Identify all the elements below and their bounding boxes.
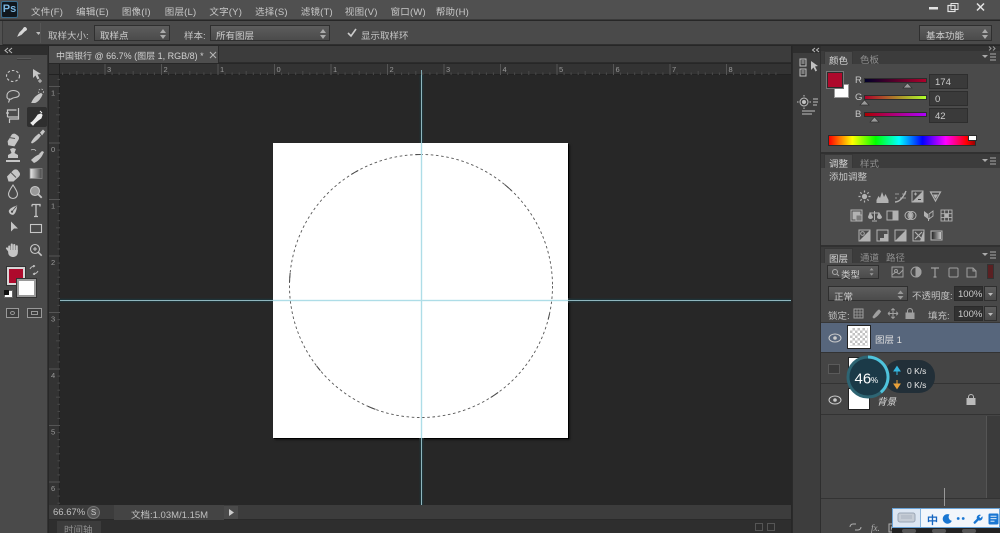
svg-text:8: 8 — [729, 65, 733, 74]
svg-text:0 K/s: 0 K/s — [907, 366, 926, 376]
svg-text:2: 2 — [51, 258, 55, 267]
svg-text:4: 4 — [503, 65, 507, 74]
svg-text:7: 7 — [672, 65, 676, 74]
svg-text:fx.: fx. — [871, 523, 880, 533]
svg-text:0: 0 — [277, 65, 281, 74]
svg-text:1: 1 — [51, 202, 55, 211]
svg-text:6: 6 — [51, 484, 55, 493]
svg-text:0: 0 — [51, 145, 55, 154]
svg-text:1: 1 — [333, 65, 337, 74]
svg-text:5: 5 — [51, 428, 55, 437]
svg-text:6: 6 — [616, 65, 620, 74]
svg-text:4: 4 — [51, 371, 55, 380]
svg-text:3: 3 — [51, 315, 55, 324]
svg-text:1: 1 — [220, 65, 224, 74]
svg-text:1: 1 — [51, 89, 55, 98]
svg-text:2: 2 — [164, 65, 168, 74]
svg-text:46: 46 — [855, 371, 872, 388]
svg-text:2: 2 — [390, 65, 394, 74]
svg-text:0 K/s: 0 K/s — [907, 380, 926, 390]
svg-text:3: 3 — [446, 65, 450, 74]
svg-text:5: 5 — [559, 65, 563, 74]
svg-text:3: 3 — [107, 65, 111, 74]
svg-text:%: % — [871, 376, 878, 385]
